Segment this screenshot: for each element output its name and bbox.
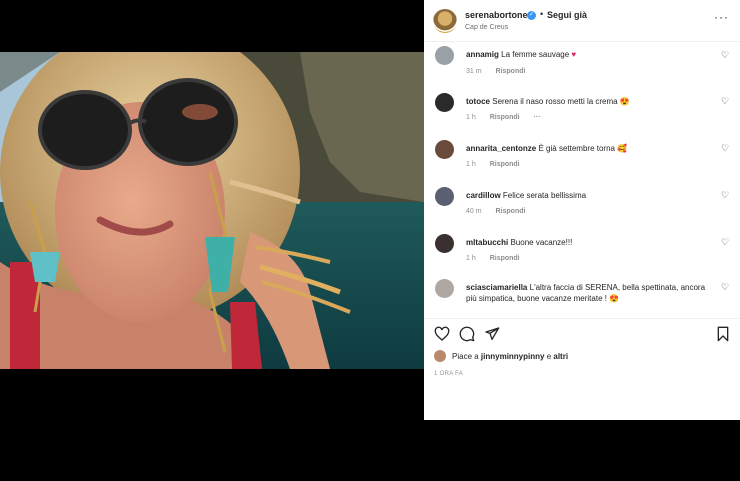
comment-meta: 31 m Rispondi (466, 68, 525, 75)
commenter-username[interactable]: cardillow (466, 191, 501, 200)
comment-text: sciasciamariella L'altra faccia di SEREN… (466, 282, 716, 304)
comment-time: 1 h (466, 114, 476, 121)
comment-icon[interactable] (459, 326, 475, 342)
comment-more-icon[interactable]: ··· (534, 114, 541, 121)
reply-button[interactable]: Rispondi (490, 114, 520, 121)
commenter-avatar[interactable] (435, 279, 454, 298)
comment-body: Buone vacanze!!! (510, 238, 573, 247)
comment-body: È già settembre torna (538, 144, 615, 153)
comment-like-heart-icon[interactable]: ♡ (721, 190, 729, 201)
comment-like-heart-icon[interactable]: ♡ (721, 50, 729, 61)
comment-time: 31 m (466, 68, 482, 75)
author-username[interactable]: serenabortone (465, 10, 528, 20)
comment-emoji: 😍 (609, 294, 620, 303)
comment-time: 1 h (466, 255, 476, 262)
commenter-avatar[interactable] (435, 140, 454, 159)
panel-footer-black (424, 420, 740, 481)
selfie-image (0, 52, 424, 369)
comment-emoji: ♥ (571, 50, 577, 59)
liker-username[interactable]: jinnyminnypinny (481, 352, 545, 361)
follow-button[interactable]: Segui già (547, 10, 587, 20)
post-photo[interactable] (0, 52, 424, 369)
comment-like-heart-icon[interactable]: ♡ (721, 237, 729, 248)
commenter-username[interactable]: annarita_centonze (466, 144, 536, 153)
post-location[interactable]: Cap de Creus (465, 24, 508, 31)
commenter-username[interactable]: totoce (466, 97, 490, 106)
comment-text: annamig La femme sauvage ♥ (466, 49, 716, 60)
comment-meta: 40 m Rispondi (466, 208, 525, 215)
commenter-avatar[interactable] (435, 93, 454, 112)
post-timestamp[interactable]: 1 ORA FA (434, 371, 463, 377)
comment-text: cardillow Felice serata bellissima (466, 190, 716, 201)
comment-emoji: 😍 (619, 97, 630, 106)
comment-text: mltabucchi Buone vacanze!!! (466, 237, 716, 248)
comment-body: Felice serata bellissima (502, 191, 587, 200)
comment-item: totoce Serena il naso rosso metti la cre… (424, 91, 740, 138)
likes-text[interactable]: Piace a jinnyminnypinny e altri (452, 352, 568, 361)
commenter-username[interactable]: mltabucchi (466, 238, 508, 247)
more-options-icon[interactable]: ··· (714, 10, 729, 24)
author-avatar[interactable] (433, 9, 457, 33)
comment-item: cardillow Felice serata bellissima 40 m … (424, 185, 740, 232)
reply-button[interactable]: Rispondi (496, 208, 526, 215)
comment-text: annarita_centonze È già settembre torna … (466, 143, 716, 154)
comment-time: 1 h (466, 161, 476, 168)
post-sidebar: serenabortone ✓ • Segui già Cap de Creus… (424, 0, 740, 420)
comment-meta: 1 h Rispondi (466, 161, 520, 168)
reply-button[interactable]: Rispondi (496, 68, 526, 75)
comment-time: 40 m (466, 208, 482, 215)
comment-item: mltabucchi Buone vacanze!!! 1 h Rispondi… (424, 232, 740, 279)
comment-text: totoce Serena il naso rosso metti la cre… (466, 96, 716, 107)
likes-others-link[interactable]: altri (553, 352, 568, 361)
commenter-avatar[interactable] (435, 234, 454, 253)
reply-button[interactable]: Rispondi (490, 255, 520, 262)
bookmark-icon[interactable] (715, 326, 731, 342)
comment-body: Serena il naso rosso metti la crema (492, 97, 618, 106)
comment-like-heart-icon[interactable]: ♡ (721, 143, 729, 154)
separator-dot: • (540, 9, 544, 19)
comment-like-heart-icon[interactable]: ♡ (721, 282, 729, 293)
post-header: serenabortone ✓ • Segui già Cap de Creus… (424, 0, 740, 42)
comment-item: annarita_centonze È già settembre torna … (424, 138, 740, 185)
commenter-username[interactable]: sciasciamariella (466, 283, 527, 292)
commenter-avatar[interactable] (435, 187, 454, 206)
likes-prefix: Piace a (452, 352, 481, 361)
comment-item: annamig La femme sauvage ♥ 31 m Rispondi… (424, 44, 740, 91)
commenter-avatar[interactable] (435, 46, 454, 65)
reply-button[interactable]: Rispondi (490, 161, 520, 168)
verified-badge-icon: ✓ (527, 11, 536, 20)
comment-item: sciasciamariella L'altra faccia di SEREN… (424, 277, 740, 324)
liker-avatar[interactable] (434, 350, 446, 362)
post-action-bar (424, 318, 740, 348)
comment-emoji: 🥰 (617, 144, 628, 153)
comment-meta: 1 h Rispondi ··· (466, 114, 541, 121)
comment-meta: 1 h Rispondi (466, 255, 520, 262)
heart-icon[interactable] (434, 326, 450, 342)
commenter-username[interactable]: annamig (466, 50, 499, 59)
share-icon[interactable] (484, 326, 500, 342)
comment-body: La femme sauvage (501, 50, 570, 59)
comment-like-heart-icon[interactable]: ♡ (721, 96, 729, 107)
post-media-area (0, 0, 424, 481)
